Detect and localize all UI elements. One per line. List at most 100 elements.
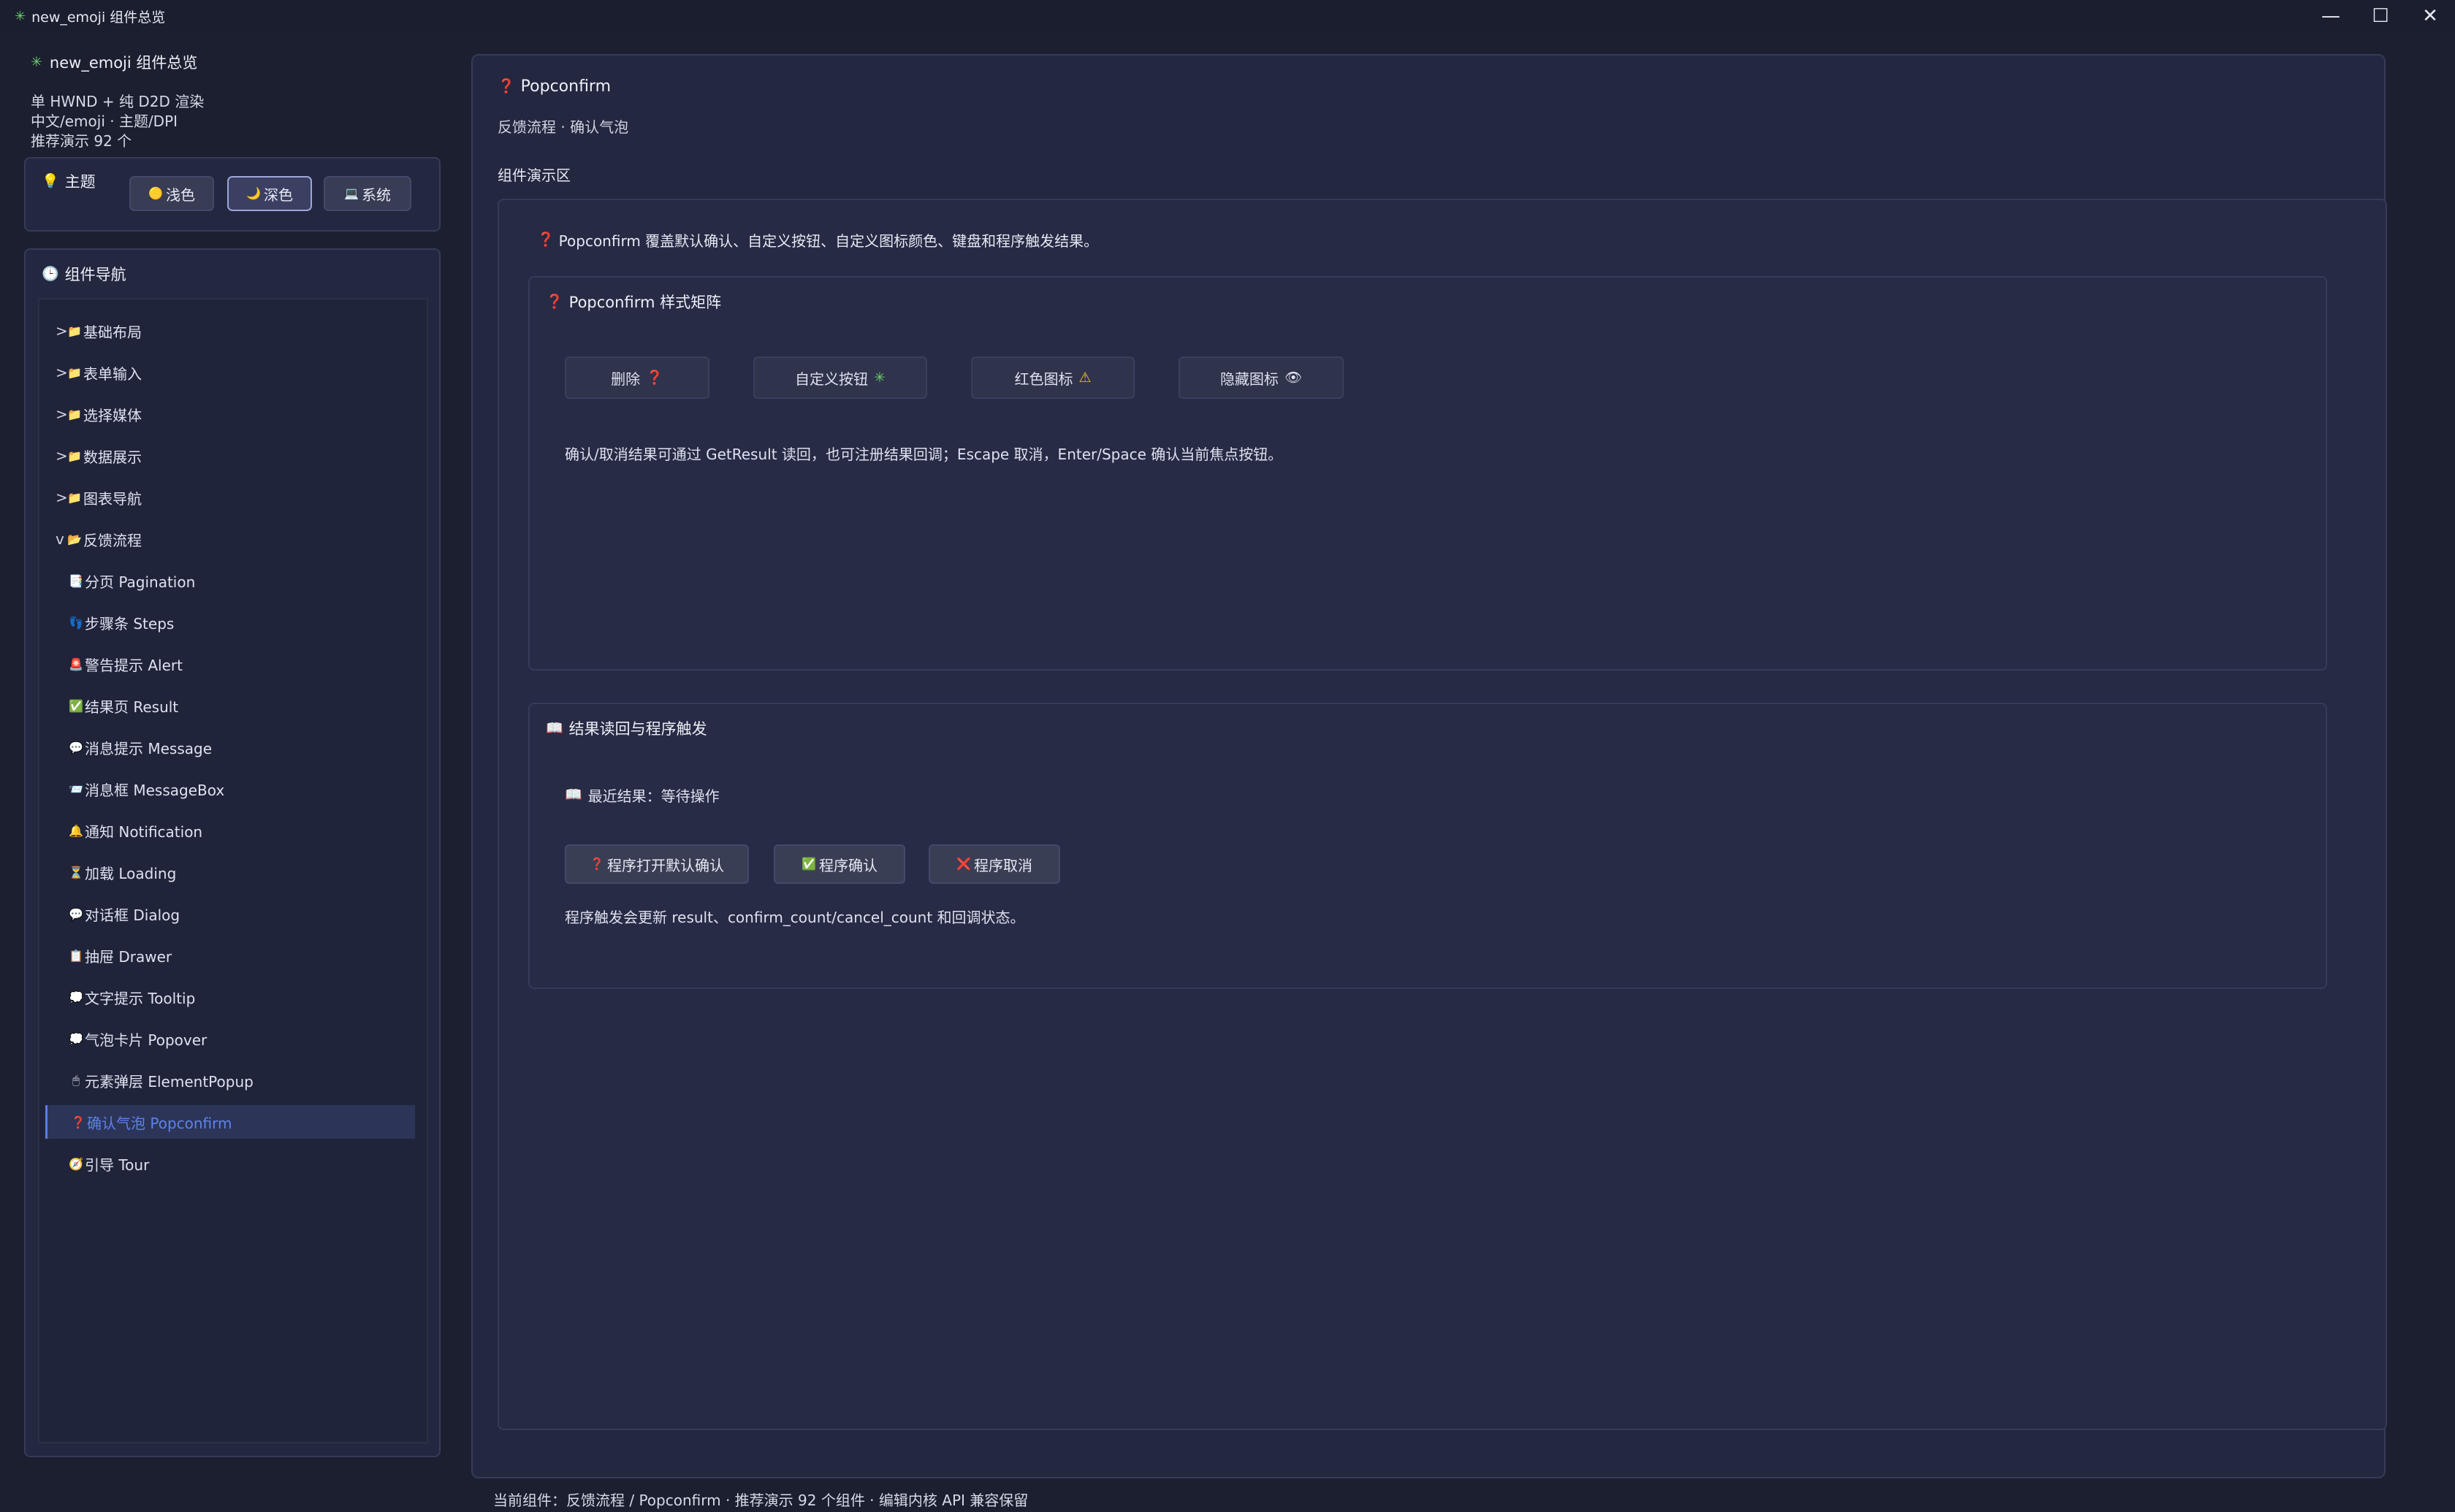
main-panel: ❓ Popconfirm 反馈流程 · 确认气泡 组件演示区 ❓ Popconf… (471, 54, 2387, 1478)
folder-icon: 📁 (67, 324, 82, 338)
nav-group-chart-nav[interactable]: > 📁 图表导航 (45, 481, 415, 514)
nav-item-label: 结果页 Result (85, 698, 179, 716)
meta-line: 推荐演示 92 个 (31, 132, 132, 150)
nav-item-elementpopup[interactable]: 🖱 元素弹层 ElementPopup (45, 1064, 415, 1097)
red-icon-button[interactable]: 红色图标 ⚠ (971, 356, 1135, 399)
nav-item-loading[interactable]: ⏳ 加载 Loading (45, 855, 415, 889)
button-label: 删除 (611, 370, 641, 388)
nav-item-label: 警告提示 Alert (85, 656, 183, 674)
nav-group-basic-layout[interactable]: > 📁 基础布局 (45, 314, 415, 348)
minimize-button[interactable]: — (2306, 0, 2356, 32)
nav-title: 🕒 组件导航 (42, 263, 126, 285)
nav-item-alert[interactable]: 🚨 警告提示 Alert (45, 647, 415, 681)
check-icon: ✅ (69, 698, 83, 713)
style-matrix-card: ❓ Popconfirm 样式矩阵 删除 ❓ 自定义按钮 ✳ 红色图标 ⚠ 隐藏… (528, 276, 2327, 671)
theme-option-label: 深色 (263, 186, 293, 204)
nav-panel: 🕒 组件导航 > 📁 基础布局 > 📁 表单输入 > 📁 选择媒体 > 📁 数据… (24, 248, 441, 1457)
nav-item-label: 消息框 MessageBox (85, 781, 225, 799)
nav-item-drawer[interactable]: 📋 抽屉 Drawer (45, 939, 415, 972)
nav-group-feedback[interactable]: v 📂 反馈流程 (45, 522, 415, 556)
nav-item-label: 分页 Pagination (85, 573, 196, 591)
warning-icon: ⚠ (1078, 369, 1092, 386)
nav-item-label: 加载 Loading (85, 864, 177, 882)
delete-button[interactable]: 删除 ❓ (565, 356, 709, 399)
folder-icon: 📁 (67, 407, 82, 421)
footprints-icon: 👣 (69, 615, 83, 630)
nav-item-label: 确认气泡 Popconfirm (87, 1114, 232, 1132)
nav-item-label: 通知 Notification (85, 822, 203, 841)
bulb-icon: 💡 (42, 172, 59, 189)
button-label: 自定义按钮 (795, 370, 869, 388)
caret-icon: v (56, 530, 64, 548)
demo-area-label: 组件演示区 (498, 167, 571, 184)
nav-group-data-display[interactable]: > 📁 数据展示 (45, 439, 415, 473)
eye-icon: 👁 (1284, 369, 1303, 386)
nav-item-notification[interactable]: 🔔 通知 Notification (45, 814, 415, 847)
question-icon: ❓ (71, 1115, 85, 1129)
nav-item-label: 抽屉 Drawer (85, 947, 172, 966)
sidebar-header: ✳ new_emoji 组件总览 单 HWND + 纯 D2D 渲染 中文/em… (31, 51, 440, 151)
button-label: 程序取消 (973, 856, 1032, 874)
sparkle-icon: ✳ (31, 53, 42, 70)
card-title-text: Popconfirm 样式矩阵 (568, 294, 722, 311)
program-open-button[interactable]: ❓ 程序打开默认确认 (565, 844, 749, 884)
question-icon: ❓ (537, 232, 555, 248)
question-icon: ❓ (546, 293, 563, 310)
theme-dark-button[interactable]: 🌙 深色 (227, 176, 312, 211)
program-confirm-button[interactable]: ✅ 程序确认 (774, 844, 905, 884)
meta-line: 中文/emoji · 主题/DPI (31, 112, 178, 130)
nav-item-label: 文字提示 Tooltip (85, 989, 196, 1007)
nav-item-tooltip[interactable]: 💭 文字提示 Tooltip (45, 980, 415, 1014)
result-card-title: 📖 结果读回与程序触发 (546, 717, 707, 739)
theme-label-text: 主题 (64, 173, 96, 191)
sidebar-app-name: ✳ new_emoji 组件总览 (31, 51, 440, 73)
check-icon: ✅ (802, 857, 816, 871)
program-cancel-button[interactable]: ❌ 程序取消 (929, 844, 1060, 884)
question-icon: ❓ (590, 857, 604, 871)
caret-icon: > (56, 489, 68, 506)
nav-group-label: 图表导航 (83, 489, 142, 508)
theme-system-button[interactable]: 💻 系统 (324, 176, 411, 211)
folder-icon: 📁 (67, 448, 82, 463)
app-sparkle-icon: ✳ (15, 8, 26, 24)
bell-icon: 🔔 (69, 823, 83, 838)
maximize-button[interactable]: ☐ (2356, 0, 2405, 32)
mouse-icon: 🖱 (72, 1073, 80, 1087)
nav-item-dialog[interactable]: 💬 对话框 Dialog (45, 897, 415, 931)
nav-item-popover[interactable]: 💭 气泡卡片 Popover (45, 1022, 415, 1055)
nav-item-messagebox[interactable]: 📨 消息框 MessageBox (45, 772, 415, 806)
nav-item-steps[interactable]: 👣 步骤条 Steps (45, 606, 415, 639)
result-note: 程序触发会更新 result、confirm_count/cancel_coun… (565, 909, 1025, 926)
thought-bubble-icon: 💭 (69, 990, 83, 1004)
nav-group-media[interactable]: > 📁 选择媒体 (45, 397, 415, 431)
compass-icon: 🧭 (69, 1156, 83, 1171)
question-icon: ❓ (646, 369, 663, 386)
caret-icon: > (56, 447, 68, 465)
custom-button[interactable]: 自定义按钮 ✳ (753, 356, 927, 399)
nav-title-text: 组件导航 (64, 266, 126, 283)
envelope-icon: 📨 (69, 782, 83, 796)
hide-icon-button[interactable]: 隐藏图标 👁 (1179, 356, 1344, 399)
caret-icon: > (56, 322, 68, 340)
theme-option-label: 浅色 (165, 186, 195, 204)
button-label: 隐藏图标 (1219, 370, 1279, 388)
caret-icon: > (56, 405, 68, 423)
nav-group-form-input[interactable]: > 📁 表单输入 (45, 356, 415, 389)
cross-icon: ❌ (956, 857, 971, 871)
pagination-icon: 📑 (69, 573, 83, 588)
nav-item-tour[interactable]: 🧭 引导 Tour (45, 1147, 415, 1180)
theme-label: 💡 主题 (42, 170, 96, 192)
nav-item-pagination[interactable]: 📑 分页 Pagination (45, 564, 415, 597)
nav-item-label: 对话框 Dialog (85, 906, 180, 924)
latest-result-text: 最近结果：等待操作 (587, 787, 720, 805)
nav-tree[interactable]: > 📁 基础布局 > 📁 表单输入 > 📁 选择媒体 > 📁 数据展示 > 📁 … (38, 298, 428, 1443)
theme-light-button[interactable]: 🟡 浅色 (129, 176, 214, 211)
demo-area: ❓ Popconfirm 覆盖默认确认、自定义按钮、自定义图标颜色、键盘和程序触… (498, 199, 2387, 1430)
nav-item-label: 气泡卡片 Popover (85, 1031, 208, 1049)
button-label: 红色图标 (1014, 370, 1073, 388)
nav-item-popconfirm[interactable]: ❓ 确认气泡 Popconfirm (45, 1105, 415, 1139)
nav-item-result[interactable]: ✅ 结果页 Result (45, 689, 415, 722)
close-button[interactable]: ✕ (2405, 0, 2455, 32)
nav-item-message[interactable]: 💬 消息提示 Message (45, 730, 415, 764)
clock-icon: 🕒 (42, 265, 59, 282)
